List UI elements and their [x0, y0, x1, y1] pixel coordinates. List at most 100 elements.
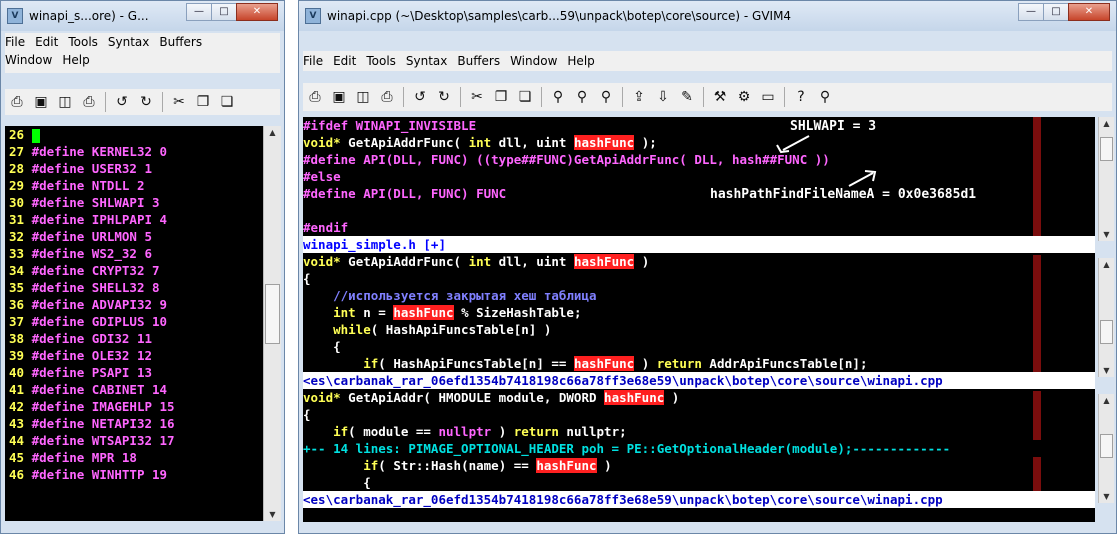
paste-icon[interactable]: ❏: [515, 87, 535, 107]
menu-buffers[interactable]: Buffers: [159, 33, 202, 51]
right-editor[interactable]: #ifdef WINAPI_INVISIBLE void* GetApiAddr…: [303, 117, 1095, 522]
define-text: #define SHLWAPI 3: [31, 195, 160, 210]
menu-help[interactable]: Help: [567, 51, 594, 71]
help-icon[interactable]: ?: [791, 87, 811, 107]
menu-window[interactable]: Window: [510, 51, 557, 71]
menu-edit[interactable]: Edit: [333, 51, 356, 71]
print-icon[interactable]: ⎙: [377, 87, 397, 107]
fold-marker[interactable]: +-- 14 lines: PIMAGE_OPTIONAL_HEADER poh…: [303, 440, 1095, 457]
line-number: 30: [9, 195, 25, 210]
scroll-thumb[interactable]: [265, 284, 280, 344]
menu-tools[interactable]: Tools: [366, 51, 396, 71]
scroll-thumb[interactable]: [1100, 320, 1113, 344]
maximize-button[interactable]: □: [1043, 3, 1069, 21]
status-line-inactive[interactable]: <es\carbanak_rar_06efd1354b7418198c66a78…: [303, 372, 1095, 389]
paste-icon[interactable]: ❏: [217, 92, 237, 112]
right-titlebar[interactable]: V winapi.cpp (~\Desktop\samples\carb...5…: [299, 1, 1116, 31]
redo-icon[interactable]: ↻: [434, 87, 454, 107]
code-line: {: [303, 271, 311, 286]
scroll-up-icon[interactable]: ▲: [264, 128, 281, 137]
find-help-icon[interactable]: ⚲: [815, 87, 835, 107]
save-all-icon[interactable]: ◫: [353, 87, 373, 107]
pane1-scrollbar[interactable]: ▲ ▼: [1098, 117, 1114, 241]
left-titlebar[interactable]: V winapi_s...ore) - G... — □ ✕: [1, 1, 284, 31]
scroll-down-icon[interactable]: ▼: [264, 510, 281, 519]
scroll-thumb[interactable]: [1100, 137, 1113, 161]
define-text: #define CRYPT32 7: [31, 263, 160, 278]
print-icon[interactable]: ⎙: [79, 92, 99, 112]
scroll-up-icon[interactable]: ▲: [1099, 119, 1114, 128]
line-number: 35: [9, 280, 25, 295]
code-line: while( HashApiFuncsTable[n] ): [303, 321, 1095, 338]
save-session-icon[interactable]: ⇩: [653, 87, 673, 107]
maximize-button[interactable]: □: [211, 3, 237, 21]
find-replace-icon[interactable]: ⚲: [548, 87, 568, 107]
code-text: ): [664, 390, 680, 405]
make-icon[interactable]: ⚒: [710, 87, 730, 107]
scroll-down-icon[interactable]: ▼: [1099, 492, 1114, 501]
menu-syntax[interactable]: Syntax: [406, 51, 447, 71]
minimize-button[interactable]: —: [1018, 3, 1044, 21]
annotation-hash: hashPathFindFileNameA = 0x0e3685d1: [710, 187, 977, 202]
define-text: #define OLE32 12: [31, 348, 153, 363]
shell-icon[interactable]: ⚙: [734, 87, 754, 107]
define-text: #define ADVAPI32 9: [31, 297, 168, 312]
cut-icon[interactable]: ✂: [169, 92, 189, 112]
status-line-active[interactable]: winapi_simple.h [+]: [303, 236, 1095, 253]
menu-help[interactable]: Help: [62, 51, 89, 69]
menu-file[interactable]: File: [303, 51, 323, 71]
status-line-inactive[interactable]: <es\carbanak_rar_06efd1354b7418198c66a78…: [303, 491, 1095, 508]
code-line: 45 #define MPR 18: [9, 449, 263, 466]
minimize-button[interactable]: —: [186, 3, 212, 21]
text-cursor: [31, 128, 40, 143]
left-scrollbar[interactable]: ▲ ▼: [263, 126, 281, 521]
menu-window[interactable]: Window: [5, 51, 52, 69]
run-script-icon[interactable]: ✎: [677, 87, 697, 107]
define-text: #define SHELL32 8: [31, 280, 160, 295]
left-editor[interactable]: 26 27 #define KERNEL32 0 28 #define USER3…: [5, 126, 263, 521]
save-icon[interactable]: ▣: [31, 92, 51, 112]
close-button[interactable]: ✕: [236, 3, 278, 21]
ctags-icon[interactable]: ▭: [758, 87, 778, 107]
load-session-icon[interactable]: ⇪: [629, 87, 649, 107]
copy-icon[interactable]: ❐: [193, 92, 213, 112]
scroll-down-icon[interactable]: ▼: [1099, 366, 1114, 375]
code-line: 30 #define SHLWAPI 3: [9, 194, 263, 211]
code-text: AddrApiFuncsTable[n];: [701, 356, 868, 371]
line-number: 37: [9, 314, 25, 329]
pane3-scrollbar[interactable]: ▲ ▼: [1098, 394, 1114, 503]
pane2-scrollbar[interactable]: ▲ ▼: [1098, 258, 1114, 377]
cut-icon[interactable]: ✂: [467, 87, 487, 107]
undo-icon[interactable]: ↺: [112, 92, 132, 112]
menu-tools[interactable]: Tools: [68, 33, 98, 51]
code-text: % SizeHashTable;: [453, 305, 582, 320]
menu-syntax[interactable]: Syntax: [108, 33, 149, 51]
open-icon[interactable]: ⎙: [305, 87, 325, 107]
scroll-thumb[interactable]: [1100, 434, 1113, 458]
save-all-icon[interactable]: ◫: [55, 92, 75, 112]
copy-icon[interactable]: ❐: [491, 87, 511, 107]
code-text: ): [596, 458, 612, 473]
scroll-up-icon[interactable]: ▲: [1099, 396, 1114, 405]
find-prev-icon[interactable]: ⚲: [596, 87, 616, 107]
undo-icon[interactable]: ↺: [410, 87, 430, 107]
scroll-up-icon[interactable]: ▲: [1099, 260, 1114, 269]
code-line: 32 #define URLMON 5: [9, 228, 263, 245]
define-text: #define WS2_32 6: [31, 246, 153, 261]
redo-icon[interactable]: ↻: [136, 92, 156, 112]
menu-buffers[interactable]: Buffers: [457, 51, 500, 71]
find-next-icon[interactable]: ⚲: [572, 87, 592, 107]
line-number: 26: [9, 127, 25, 142]
code-line: #endif: [303, 220, 349, 235]
open-icon[interactable]: ⎙: [7, 92, 27, 112]
close-button[interactable]: ✕: [1068, 3, 1110, 21]
scroll-down-icon[interactable]: ▼: [1099, 230, 1114, 239]
define-text: #define GDI32 11: [31, 331, 153, 346]
menu-edit[interactable]: Edit: [35, 33, 58, 51]
menu-file[interactable]: File: [5, 33, 25, 51]
save-icon[interactable]: ▣: [329, 87, 349, 107]
code-comment: //используется закрытая хеш таблица: [303, 288, 597, 303]
keyword: while: [333, 322, 371, 337]
search-highlight: hashFunc: [573, 356, 635, 371]
line-number: 46: [9, 467, 25, 482]
